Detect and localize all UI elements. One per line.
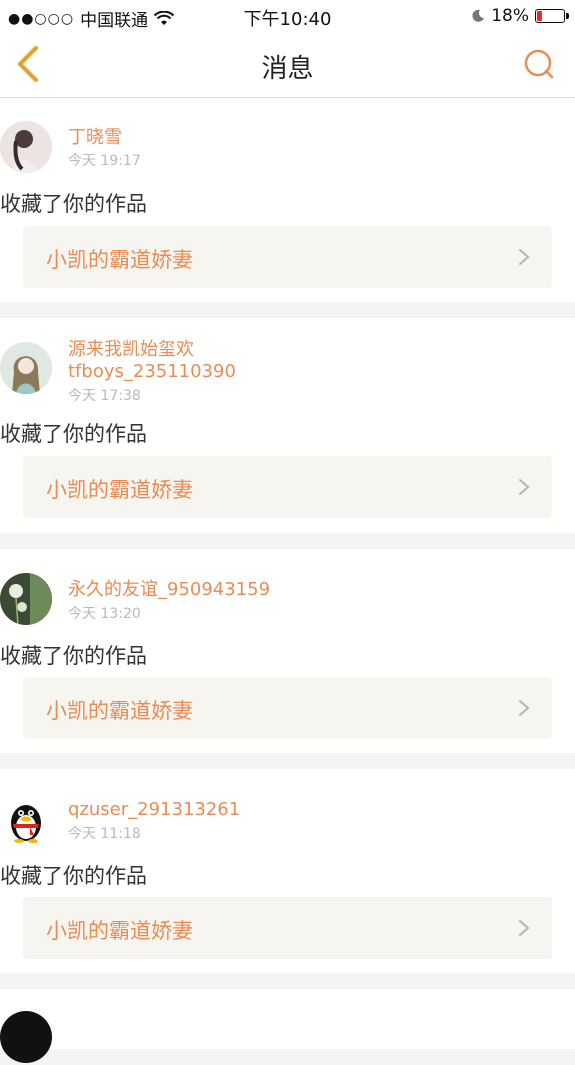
message-card xyxy=(0,989,575,1063)
avatar[interactable] xyxy=(0,1011,52,1063)
chevron-right-icon xyxy=(519,249,530,265)
chevron-right-icon xyxy=(519,920,530,936)
work-link[interactable]: 小凯的霸道娇妻 xyxy=(23,226,552,288)
battery-level xyxy=(537,11,542,21)
search-button[interactable] xyxy=(521,46,557,82)
username[interactable]: qzuser_291313261 xyxy=(68,799,240,821)
username[interactable]: 丁晓雪 xyxy=(68,127,122,149)
work-title: 小凯的霸道娇妻 xyxy=(46,699,193,723)
work-title: 小凯的霸道娇妻 xyxy=(46,919,193,943)
penguin-avatar-icon xyxy=(11,805,41,843)
work-link[interactable]: 小凯的霸道娇妻 xyxy=(23,456,552,518)
nav-bar: 消息 xyxy=(0,32,575,98)
status-bar: ●●○○○ 中国联通 下午10:40 18% xyxy=(0,0,575,32)
work-title: 小凯的霸道娇妻 xyxy=(46,248,193,272)
moon-icon xyxy=(472,9,485,22)
timestamp: 今天 11:18 xyxy=(68,826,141,842)
message-card: qzuser_291313261 今天 11:18 收藏了你的作品 小凯的霸道娇… xyxy=(0,769,575,973)
avatar[interactable] xyxy=(0,121,52,173)
action-text: 收藏了你的作品 xyxy=(0,644,147,668)
timestamp: 今天 19:17 xyxy=(68,153,141,169)
chevron-right-icon xyxy=(519,479,530,495)
username[interactable]: 永久的友谊_950943159 xyxy=(68,579,270,601)
username-line-1[interactable]: 源来我凯始玺欢 xyxy=(68,339,194,361)
chevron-right-icon xyxy=(519,700,530,716)
avatar[interactable] xyxy=(0,793,52,845)
timestamp: 今天 13:20 xyxy=(68,606,141,622)
status-right: 18% xyxy=(471,6,569,26)
page-title: 消息 xyxy=(261,54,314,84)
action-text: 收藏了你的作品 xyxy=(0,192,147,216)
battery-icon xyxy=(535,9,569,23)
message-list: 丁晓雪 今天 19:17 收藏了你的作品 小凯的霸道娇妻 源来我凯始玺欢 tfb… xyxy=(0,98,575,1065)
action-text: 收藏了你的作品 xyxy=(0,422,147,446)
work-link[interactable]: 小凯的霸道娇妻 xyxy=(23,677,552,739)
message-card: 永久的友谊_950943159 今天 13:20 收藏了你的作品 小凯的霸道娇妻 xyxy=(0,549,575,753)
search-icon xyxy=(524,49,554,79)
username-line-2[interactable]: tfboys_235110390 xyxy=(68,361,236,383)
battery-percent: 18% xyxy=(491,6,529,26)
avatar[interactable] xyxy=(0,573,52,625)
work-title: 小凯的霸道娇妻 xyxy=(46,478,193,502)
message-card: 源来我凯始玺欢 tfboys_235110390 今天 17:38 收藏了你的作… xyxy=(0,318,575,533)
message-card: 丁晓雪 今天 19:17 收藏了你的作品 小凯的霸道娇妻 xyxy=(0,98,575,302)
work-link[interactable]: 小凯的霸道娇妻 xyxy=(23,897,552,959)
timestamp: 今天 17:38 xyxy=(68,388,141,404)
action-text: 收藏了你的作品 xyxy=(0,864,147,888)
avatar[interactable] xyxy=(0,342,52,394)
